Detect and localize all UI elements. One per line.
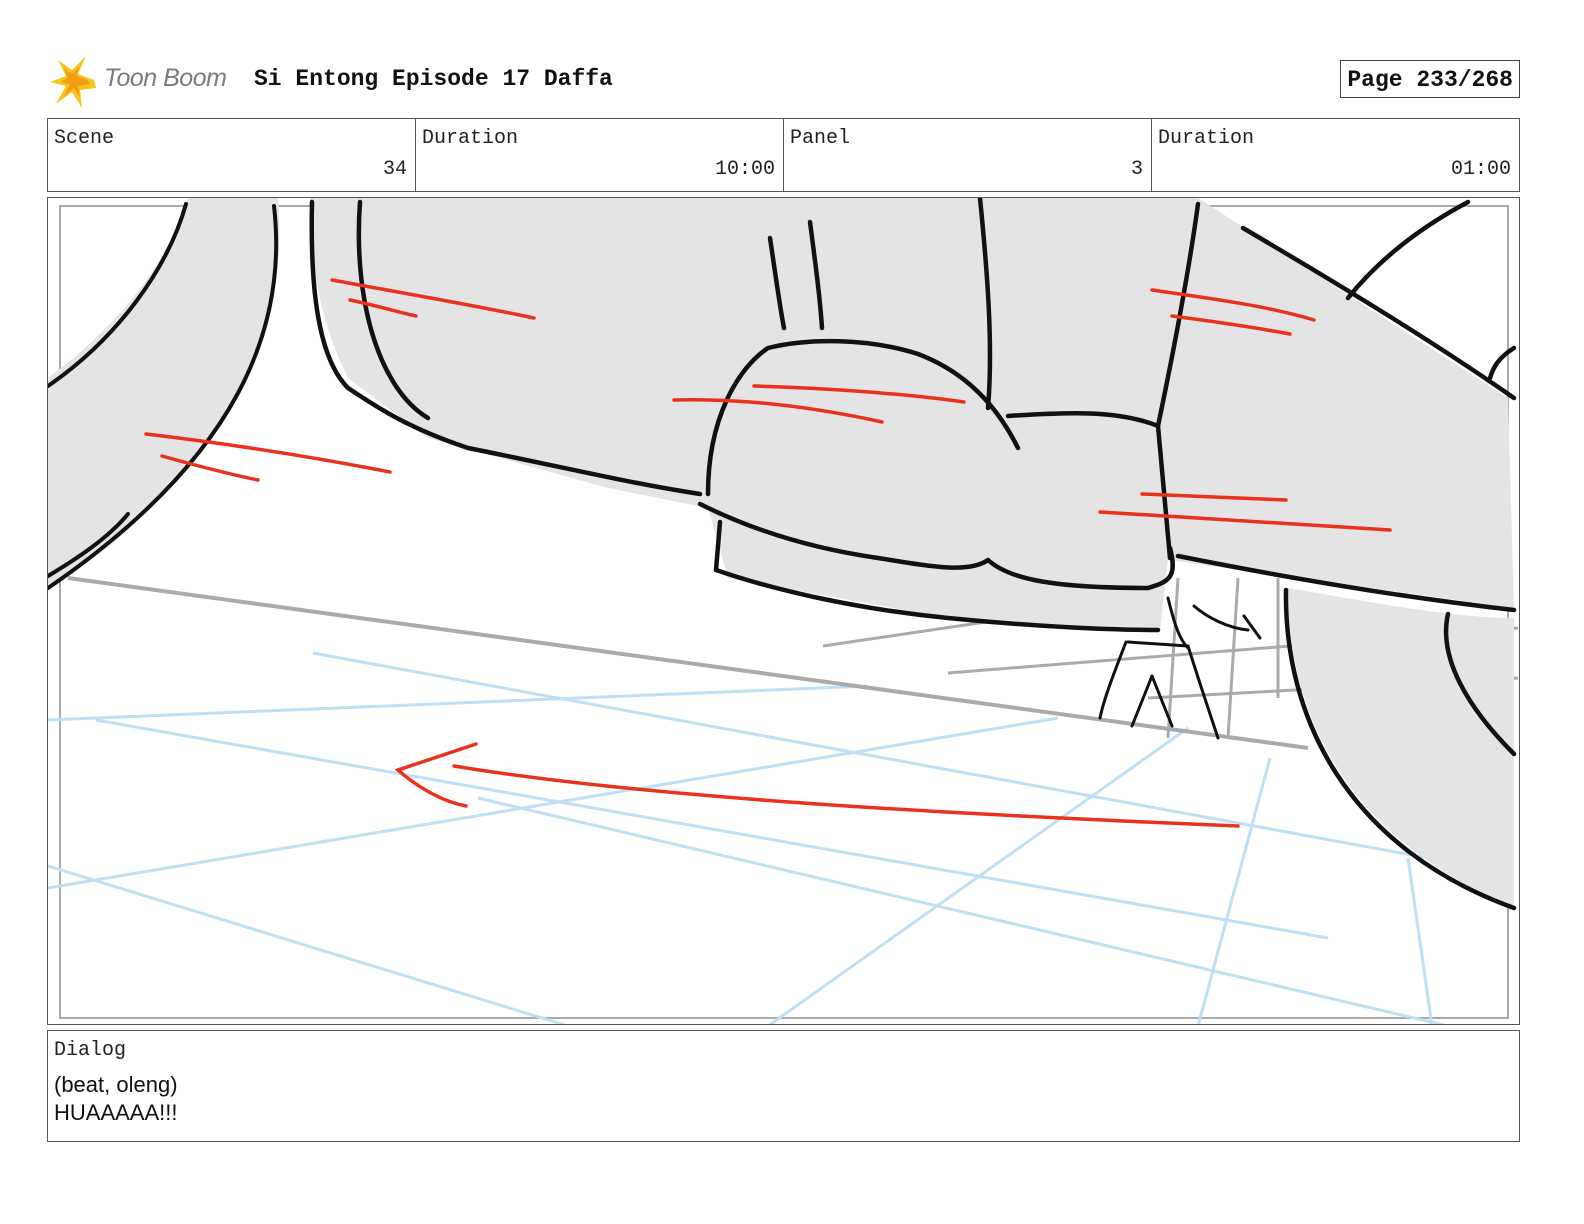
scene-info-row: Scene 34 Duration 10:00 Panel 3 Duration… xyxy=(47,118,1520,192)
dialog-line: HUAAAAA!!! xyxy=(54,1100,178,1125)
toon-boom-star-icon xyxy=(50,56,96,108)
scene-value: 34 xyxy=(382,158,407,181)
dialog-label: Dialog xyxy=(54,1039,127,1062)
storyboard-header: Toon Boom Si Entong Episode 17 Daffa Pag… xyxy=(48,54,1520,110)
panel-duration-label: Duration xyxy=(1158,127,1255,150)
floor-grid xyxy=(48,651,1447,1024)
panel-cell: Panel 3 xyxy=(784,119,1152,191)
logo-wordmark: Toon Boom xyxy=(104,64,227,92)
scene-duration-value: 10:00 xyxy=(714,158,775,181)
dialog-box: Dialog (beat, oleng) HUAAAAA!!! xyxy=(47,1030,1520,1142)
panel-label: Panel xyxy=(790,127,851,150)
project-title: Si Entong Episode 17 Daffa xyxy=(254,66,613,92)
scene-duration-label: Duration xyxy=(422,127,519,150)
panel-sketch xyxy=(48,198,1519,1024)
panel-duration-cell: Duration 01:00 xyxy=(1152,119,1519,191)
dialog-text: (beat, oleng) HUAAAAA!!! xyxy=(54,1071,178,1127)
toon-boom-logo: Toon Boom xyxy=(48,54,248,110)
scene-cell: Scene 34 xyxy=(48,119,416,191)
scene-duration-cell: Duration 10:00 xyxy=(416,119,784,191)
dialog-line: (beat, oleng) xyxy=(54,1072,178,1097)
panel-duration-value: 01:00 xyxy=(1450,158,1511,181)
panel-value: 3 xyxy=(1130,158,1143,181)
storyboard-panel-image xyxy=(47,197,1520,1025)
page-number: Page 233/268 xyxy=(1340,60,1520,98)
scene-label: Scene xyxy=(54,127,115,150)
